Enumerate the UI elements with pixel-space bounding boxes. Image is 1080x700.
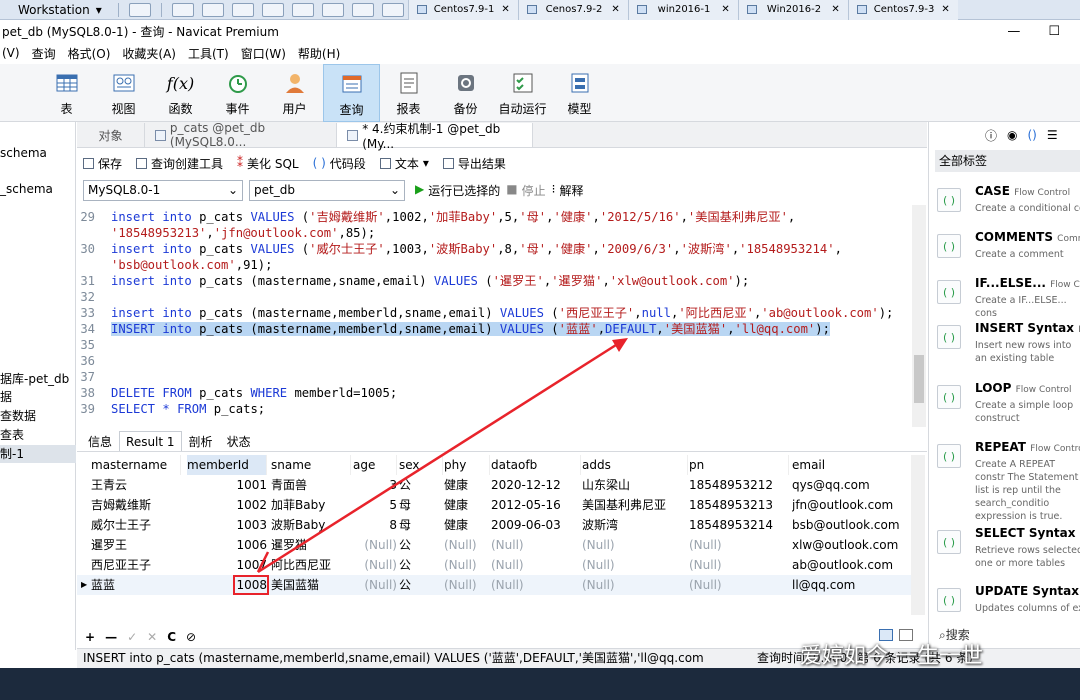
annotation-highlight-box <box>233 575 269 595</box>
annotation-arrow <box>256 338 628 574</box>
watermark: 爱婷如今 一生一世 <box>800 644 983 669</box>
